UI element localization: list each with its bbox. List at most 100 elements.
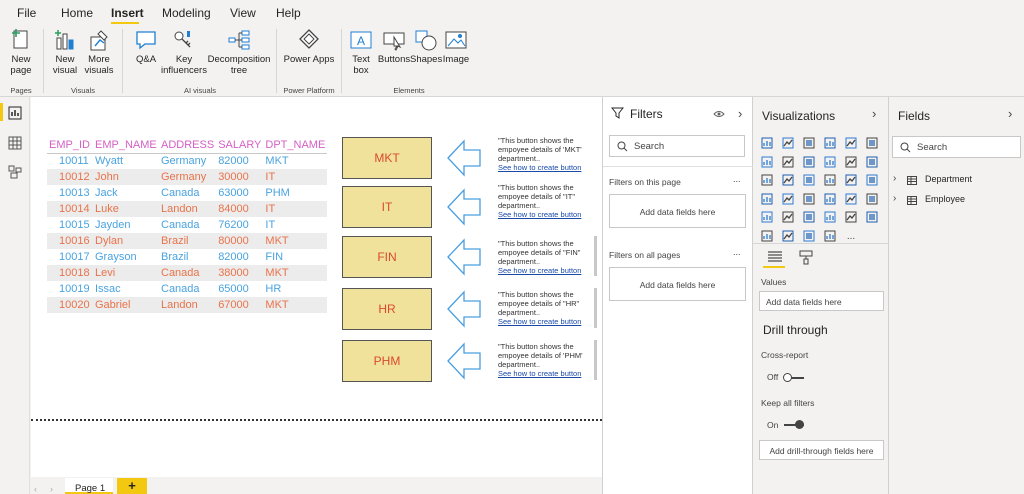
cell-salary: 82000 [216,249,264,265]
line-clustered-icon[interactable] [845,156,857,168]
table-body: 10011 Wyatt Germany 82000 MKT 10012 John German… [47,153,328,313]
cross-report-toggle[interactable] [782,372,806,384]
drill-through-drop-well[interactable]: Add drill-through fields here [759,440,884,460]
filters-search-input[interactable]: Search [609,135,745,157]
filters-all-pages-drop-well[interactable]: Add data fields here [609,267,746,301]
menu-home[interactable]: Home [61,6,93,20]
table-visual-icon[interactable] [782,211,794,223]
decomposition-tree-icon[interactable] [761,230,773,242]
how-to-create-button-link[interactable]: See how to create button [498,369,598,378]
slicer-icon[interactable] [761,211,773,223]
kpi-icon[interactable] [866,193,878,205]
more-visuals-icon[interactable]: ... [845,230,857,242]
stacked-column-icon[interactable] [782,137,794,149]
pie-chart-icon[interactable] [824,174,836,186]
card-icon[interactable] [824,193,836,205]
page-tab-1[interactable]: Page 1 [65,478,113,494]
dept-button-hr[interactable]: HR [342,288,432,330]
menu-insert[interactable]: Insert [111,6,144,20]
scrollbar-indicator [594,340,597,380]
collapse-filters-icon[interactable]: › [738,106,742,121]
filters-page-drop-well[interactable]: Add data fields here [609,194,746,228]
field-table-label: Department [925,174,973,184]
key-influencers-button[interactable]: Key influencers [161,28,207,76]
fields-search-input[interactable]: Search [892,136,1021,158]
map-icon[interactable] [761,193,773,205]
eye-icon[interactable] [713,110,725,118]
field-table-department[interactable]: › Department [893,173,1021,189]
new-page-button[interactable]: New page [4,28,38,76]
prev-page-icon[interactable]: ‹ [34,484,37,494]
how-to-create-button-link[interactable]: See how to create button [498,163,598,172]
menu-view[interactable]: View [230,6,256,20]
menu-file[interactable]: File [17,6,36,20]
smart-narrative-icon[interactable] [803,230,815,242]
how-to-create-button-link[interactable]: See how to create button [498,266,598,275]
active-well-indicator [763,266,785,268]
data-view-icon[interactable] [8,136,22,150]
donut-chart-icon[interactable] [845,174,857,186]
stacked-area-icon[interactable] [803,156,815,168]
line-chart-icon[interactable] [761,156,773,168]
cell-salary: 76200 [216,217,264,233]
format-paintbrush-icon[interactable] [799,250,813,265]
new-visual-button[interactable]: New visual [48,28,82,76]
buttons-button[interactable]: Buttons [377,28,411,65]
filled-map-icon[interactable] [782,193,794,205]
power-apps-visual-icon[interactable] [824,230,836,242]
add-page-button[interactable]: + [117,478,147,494]
dept-button-phm[interactable]: PHM [342,340,432,382]
multi-row-card-icon[interactable] [845,193,857,205]
python-visual-icon[interactable] [845,211,857,223]
next-page-icon[interactable]: › [50,484,53,494]
more-visuals-button[interactable]: More visuals [82,28,116,76]
clustered-column-icon[interactable] [824,137,836,149]
table-row: 10013 Jack Canada 63000 PHM [47,185,328,201]
matrix-icon[interactable] [803,211,815,223]
report-view-icon[interactable] [8,106,22,120]
ribbon-chart-icon[interactable] [866,156,878,168]
values-drop-well[interactable]: Add data fields here [759,291,884,311]
gauge-icon[interactable] [803,193,815,205]
waterfall-icon[interactable] [761,174,773,186]
stacked-bar-icon[interactable] [761,137,773,149]
field-table-employee[interactable]: › Employee [893,193,1021,209]
divider [603,166,754,167]
dept-button-mkt[interactable]: MKT [342,137,432,179]
dept-button-fin[interactable]: FIN [342,236,432,278]
collapse-visualizations-icon[interactable]: › [872,106,876,121]
r-visual-icon[interactable] [824,211,836,223]
cell-emp-id: 10019 [47,281,93,297]
area-chart-icon[interactable] [782,156,794,168]
cell-dpt-name: MKT [263,153,328,169]
shapes-button[interactable]: Shapes [410,28,442,65]
model-view-icon[interactable] [8,165,22,179]
more-options-icon[interactable]: ... [733,174,741,184]
fields-well-icon[interactable] [767,250,783,264]
line-column-icon[interactable] [824,156,836,168]
100-bar-icon[interactable] [845,137,857,149]
how-to-create-button-link[interactable]: See how to create button [498,317,598,326]
cell-address: Canada [159,217,217,233]
more-options-icon[interactable]: ... [733,247,741,257]
dept-button-it[interactable]: IT [342,186,432,228]
power-apps-icon [299,29,319,49]
100-column-icon[interactable] [866,137,878,149]
how-to-create-button-link[interactable]: See how to create button [498,210,598,219]
qa-visual-icon[interactable] [782,230,794,242]
menu-modeling[interactable]: Modeling [162,6,211,20]
funnel-icon[interactable] [782,174,794,186]
decomposition-tree-button[interactable]: Decomposition tree [207,28,271,76]
menu-help[interactable]: Help [276,6,301,20]
power-apps-button[interactable]: Power Apps [281,28,337,65]
keep-all-filters-toggle[interactable] [782,419,806,431]
cell-address: Canada [159,265,217,281]
scatter-icon[interactable] [803,174,815,186]
collapse-fields-icon[interactable]: › [1008,106,1012,121]
treemap-icon[interactable] [866,174,878,186]
clustered-bar-icon[interactable] [803,137,815,149]
qa-button[interactable]: Q&A [129,28,163,65]
key-influencers-icon[interactable] [866,211,878,223]
text-box-button[interactable]: A Text box [346,28,376,76]
image-button[interactable]: Image [441,28,471,65]
